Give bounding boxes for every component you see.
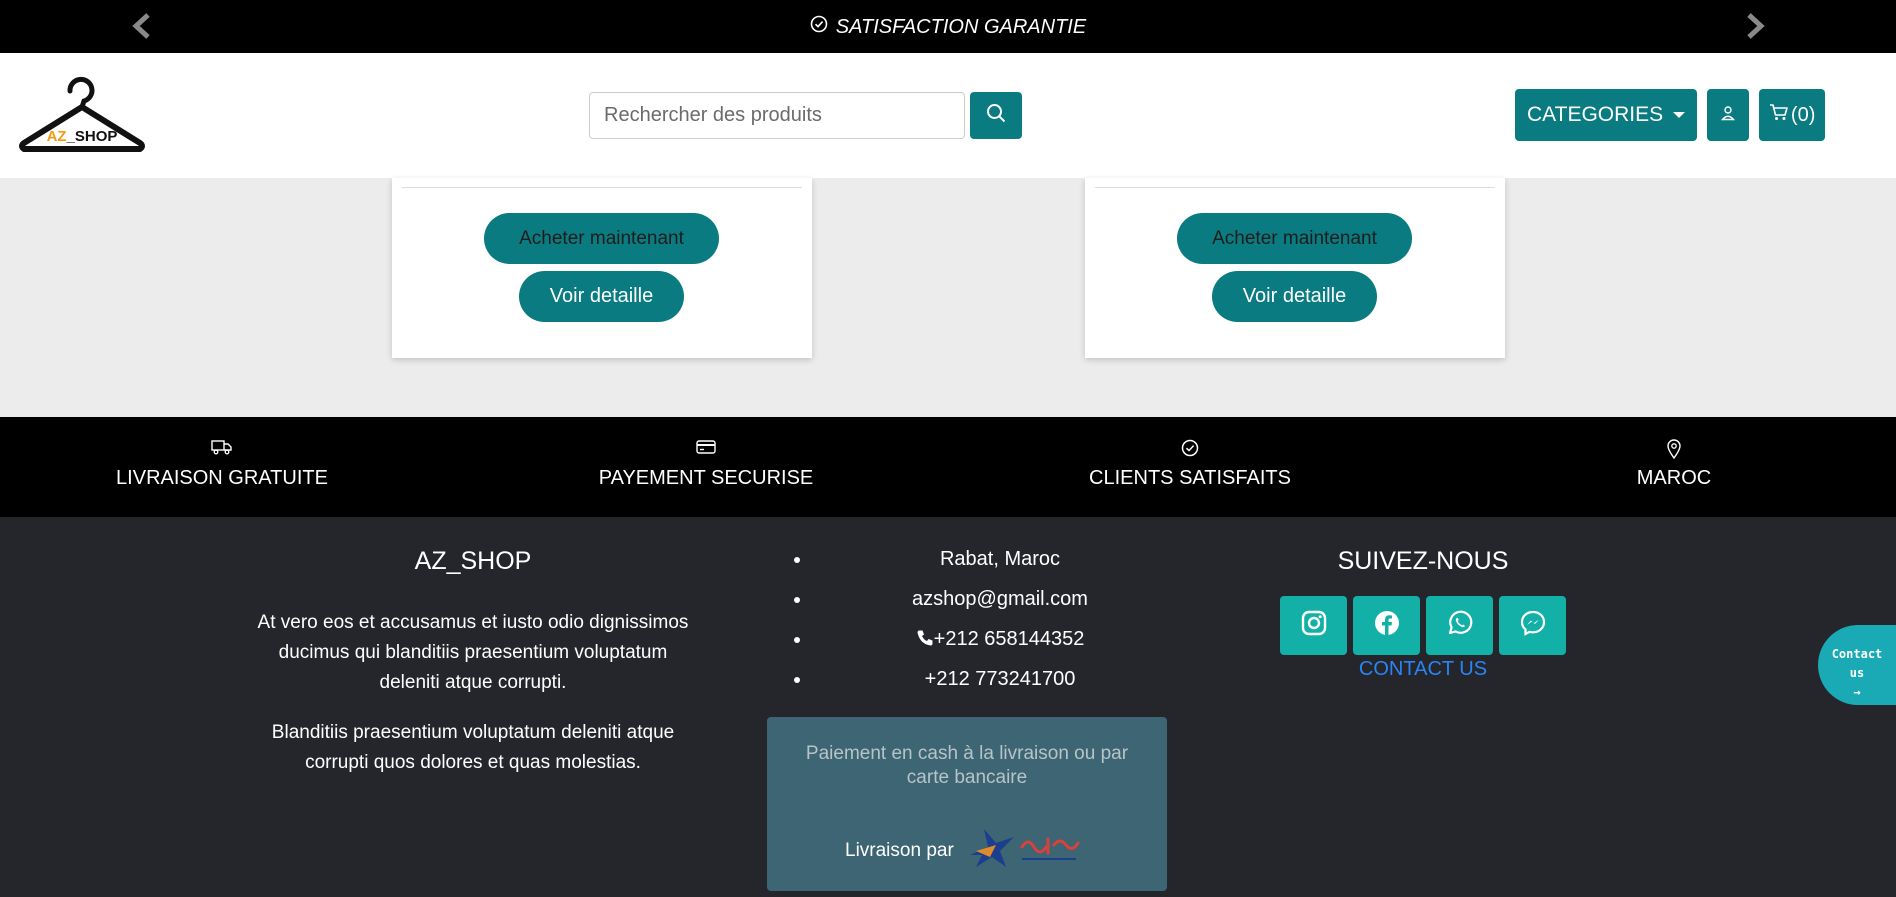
delivery-label: Livraison par <box>845 840 954 861</box>
product-card: Acheter maintenant Voir detaille <box>392 178 812 358</box>
footer-about-text: Blanditiis praesentium voluptatum deleni… <box>271 722 675 773</box>
check-circle-icon <box>1040 439 1340 459</box>
feature-label: LIVRAISON GRATUITE <box>116 467 328 489</box>
footer-about: AZ_SHOP At vero eos et accusamus et iust… <box>253 547 693 798</box>
credit-card-icon <box>556 439 856 459</box>
footer-about-text: At vero eos et accusamus et iusto odio d… <box>257 612 689 693</box>
view-detail-button[interactable]: Voir detaille <box>519 271 684 322</box>
buy-now-button[interactable]: Acheter maintenant <box>1177 213 1412 264</box>
search-icon <box>986 103 1006 128</box>
social-title: SUIVEZ-NOUS <box>1337 547 1509 575</box>
contact-list: Rabat, Maroc azshop@gmail.com +212 65814… <box>780 548 1180 708</box>
announcement-bar: SATISFACTION GARANTIE <box>0 0 1896 53</box>
search-bar <box>589 92 1022 139</box>
feature-satisfied-clients: CLIENTS SATISFAITS <box>1040 439 1340 490</box>
social-links <box>1270 596 1576 655</box>
feature-label: MAROC <box>1636 467 1712 489</box>
contact-phone-1[interactable]: +212 658144352 <box>780 628 1180 668</box>
location-pin-icon <box>1524 439 1824 459</box>
instagram-icon <box>1301 610 1327 641</box>
buy-now-button[interactable]: Acheter maintenant <box>484 213 719 264</box>
facebook-button[interactable] <box>1353 596 1420 655</box>
payment-info-box: Paiement en cash à la livraison ou par c… <box>767 717 1167 891</box>
account-button[interactable] <box>1707 89 1750 141</box>
footer-contact: Rabat, Maroc azshop@gmail.com +212 65814… <box>780 548 1180 708</box>
instagram-button[interactable] <box>1280 596 1347 655</box>
search-button[interactable] <box>970 92 1022 139</box>
chevron-right-icon[interactable] <box>1742 13 1768 39</box>
categories-dropdown-button[interactable]: CATEGORIES <box>1515 89 1698 141</box>
shop-logo[interactable]: AZ_SHOP <box>18 71 146 161</box>
card-divider <box>402 187 802 188</box>
card-divider <box>1095 187 1495 188</box>
check-circle-icon <box>810 15 828 39</box>
truck-icon <box>72 439 372 459</box>
payment-text: Paiement en cash à la livraison ou par c… <box>805 743 1129 788</box>
floating-contact-button[interactable]: Contact us → <box>1818 625 1896 705</box>
categories-label: CATEGORIES <box>1527 103 1664 126</box>
whatsapp-icon <box>1447 610 1473 641</box>
contact-phone-2[interactable]: +212 773241700 <box>780 668 1180 708</box>
feature-label: PAYEMENT SECURISE <box>598 467 814 489</box>
contact-email[interactable]: azshop@gmail.com <box>780 588 1180 628</box>
facebook-icon <box>1374 610 1400 641</box>
feature-morocco: MAROC <box>1524 439 1824 490</box>
footer-social: SUIVEZ-NOUS CONTACT US <box>1270 547 1576 681</box>
view-detail-button[interactable]: Voir detaille <box>1212 271 1377 322</box>
floating-contact-line: us <box>1849 666 1865 680</box>
phone-icon <box>916 628 934 650</box>
cart-icon <box>1769 103 1789 127</box>
messenger-icon <box>1520 610 1546 641</box>
messenger-button[interactable] <box>1499 596 1566 655</box>
svg-text:AZ_SHOP: AZ_SHOP <box>47 128 118 145</box>
feature-free-delivery: LIVRAISON GRATUITE <box>72 439 372 490</box>
footer-brand-title: AZ_SHOP <box>414 547 532 575</box>
announcement: SATISFACTION GARANTIE <box>0 15 1896 39</box>
caret-down-icon <box>1673 112 1686 118</box>
contact-us-link[interactable]: CONTACT US <box>1270 658 1576 681</box>
cart-button[interactable]: (0) <box>1759 89 1826 141</box>
announcement-text: SATISFACTION GARANTIE <box>835 15 1087 38</box>
floating-contact-line: Contact <box>1831 647 1883 661</box>
delivery-carrier-logo <box>966 825 1081 877</box>
user-icon <box>1720 104 1736 127</box>
search-input[interactable] <box>589 92 965 139</box>
delivery-info: Livraison par <box>845 825 1081 877</box>
site-header: AZ_SHOP CATEGORIES (0) <box>0 53 1896 178</box>
arrow-right-icon: → <box>1853 685 1861 699</box>
whatsapp-button[interactable] <box>1426 596 1493 655</box>
header-actions: CATEGORIES (0) <box>1515 89 1826 141</box>
contact-address: Rabat, Maroc <box>780 548 1180 588</box>
site-footer: AZ_SHOP At vero eos et accusamus et iust… <box>0 517 1896 897</box>
cart-count: (0) <box>1790 103 1816 126</box>
product-card: Acheter maintenant Voir detaille <box>1085 178 1505 358</box>
feature-label: CLIENTS SATISFAITS <box>1089 467 1291 489</box>
feature-secure-payment: PAYEMENT SECURISE <box>556 439 856 490</box>
features-strip: LIVRAISON GRATUITE PAYEMENT SECURISE CLI… <box>0 417 1896 517</box>
